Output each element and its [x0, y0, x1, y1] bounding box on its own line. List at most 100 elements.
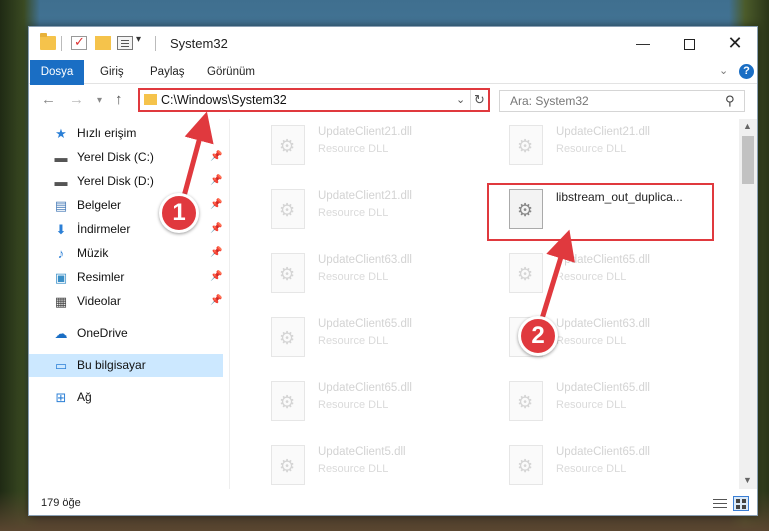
navigation-pane: ★ Hızlı erişim ▬ Yerel Disk (C:) 📌 ▬ Yer… [29, 119, 229, 489]
address-path[interactable]: C:\Windows\System32 [161, 93, 287, 107]
file-name: UpdateClient65.dll [318, 318, 412, 330]
drive-icon: ▬ [54, 174, 68, 189]
item-count: 179 öğe [41, 497, 81, 509]
help-button[interactable]: ? [739, 64, 754, 79]
pane-divider[interactable] [229, 119, 230, 489]
tab-home[interactable]: Giriş [100, 60, 124, 84]
file-name: UpdateClient63.dll [556, 318, 650, 330]
file-item[interactable]: UpdateClient65.dll Resource DLL [251, 375, 481, 427]
search-icon[interactable]: ⚲ [725, 93, 735, 109]
search-placeholder: Ara: System32 [510, 94, 589, 108]
file-name: UpdateClient65.dll [556, 382, 650, 394]
file-type: Resource DLL [556, 335, 627, 347]
maximize-button[interactable] [666, 27, 712, 59]
refresh-button[interactable]: ↻ [470, 90, 488, 110]
ribbon-tabs: Dosya Giriş Paylaş Görünüm ⌄ ? [29, 60, 757, 112]
back-button[interactable]: ← [41, 91, 56, 108]
nav-item-local-disk-c[interactable]: ▬ Yerel Disk (C:) 📌 [29, 146, 223, 169]
title-bar: ▾ System32 — ✕ [29, 27, 757, 61]
file-item[interactable]: UpdateClient65.dll Resource DLL [251, 311, 481, 363]
dll-file-icon [509, 445, 543, 485]
step-badge-2: 2 [518, 316, 558, 356]
quick-access-dropdown-icon[interactable]: ▾ [136, 34, 141, 45]
nav-item-label: Yerel Disk (D:) [77, 174, 154, 188]
network-icon: ⊞ [55, 390, 67, 405]
file-name: UpdateClient5.dll [318, 446, 406, 458]
pin-icon[interactable]: 📌 [210, 199, 222, 210]
folder-icon [40, 33, 56, 50]
nav-item-quick-access[interactable]: ★ Hızlı erişim [29, 122, 223, 145]
address-bar[interactable]: C:\Windows\System32 ⌄ ↻ [138, 88, 490, 112]
details-view-icon[interactable] [712, 497, 728, 510]
file-name: UpdateClient21.dll [318, 126, 412, 138]
nav-item-label: Yerel Disk (C:) [77, 150, 154, 164]
pin-icon[interactable]: 📌 [210, 151, 222, 162]
dll-file-icon [509, 253, 543, 293]
file-item[interactable]: UpdateClient21.dll Resource DLL [251, 183, 481, 235]
file-name: UpdateClient65.dll [556, 254, 650, 266]
explorer-window: ▾ System32 — ✕ Dosya Giriş Paylaş Görünü… [28, 26, 758, 516]
pin-icon[interactable]: 📌 [210, 175, 222, 186]
nav-item-pictures[interactable]: ▣ Resimler 📌 [29, 266, 223, 289]
properties-check-icon[interactable] [71, 34, 87, 50]
nav-item-label: Videolar [77, 294, 121, 308]
dll-file-icon [271, 381, 305, 421]
dll-file-icon [509, 125, 543, 165]
dll-file-icon [271, 125, 305, 165]
nav-item-music[interactable]: ♪ Müzik 📌 [29, 242, 223, 265]
nav-item-local-disk-d[interactable]: ▬ Yerel Disk (D:) 📌 [29, 170, 223, 193]
up-button[interactable]: ↑ [115, 91, 123, 108]
file-type: Resource DLL [318, 463, 389, 475]
pin-icon[interactable]: 📌 [210, 271, 222, 282]
large-icons-view-icon[interactable] [733, 496, 749, 511]
close-button[interactable]: ✕ [712, 27, 758, 59]
file-item[interactable]: UpdateClient21.dll Resource DLL [251, 119, 481, 171]
file-type: Resource DLL [556, 399, 627, 411]
scroll-thumb[interactable] [742, 136, 754, 184]
pin-icon[interactable]: 📌 [210, 247, 222, 258]
divider [61, 36, 62, 51]
recent-locations-icon[interactable]: ▾ [97, 95, 102, 106]
video-icon: ▦ [54, 294, 68, 309]
minimize-button[interactable]: — [620, 27, 666, 59]
search-input[interactable]: Ara: System32 ⚲ [499, 90, 745, 112]
pin-icon[interactable]: 📌 [210, 295, 222, 306]
scroll-up-icon[interactable]: ▲ [743, 121, 752, 131]
nav-item-label: Resimler [77, 270, 125, 284]
file-item[interactable]: UpdateClient63.dll Resource DLL [251, 247, 481, 299]
nav-item-videos[interactable]: ▦ Videolar 📌 [29, 290, 223, 313]
new-folder-icon[interactable] [95, 36, 111, 50]
file-item[interactable]: UpdateClient5.dll Resource DLL [251, 439, 481, 489]
nav-item-label: Hızlı erişim [77, 126, 137, 140]
file-type: Resource DLL [318, 335, 389, 347]
nav-item-this-pc[interactable]: ▭ Bu bilgisayar [29, 354, 223, 377]
download-icon: ⬇ [55, 222, 67, 237]
ribbon-expand-icon[interactable]: ⌄ [719, 64, 728, 77]
nav-item-network[interactable]: ⊞ Ağ [29, 386, 223, 409]
dll-file-icon [509, 381, 543, 421]
nav-item-label: OneDrive [77, 326, 128, 340]
file-type: Resource DLL [318, 207, 389, 219]
dll-file-icon [271, 445, 305, 485]
folder-icon [144, 94, 157, 105]
file-item[interactable]: UpdateClient65.dll Resource DLL [489, 247, 719, 299]
maximize-icon [683, 38, 695, 50]
drive-icon: ▬ [54, 150, 68, 165]
file-type: Resource DLL [556, 271, 627, 283]
nav-item-onedrive[interactable]: ☁ OneDrive [29, 322, 223, 345]
nav-item-label: Bu bilgisayar [77, 358, 146, 372]
tab-share[interactable]: Paylaş [150, 60, 185, 84]
file-item[interactable]: UpdateClient65.dll Resource DLL [489, 375, 719, 427]
address-dropdown-icon[interactable]: ⌄ [456, 93, 465, 106]
computer-icon: ▭ [54, 358, 68, 373]
tab-view[interactable]: Görünüm [207, 60, 255, 84]
pictures-icon: ▣ [54, 270, 68, 285]
file-item[interactable]: UpdateClient21.dll Resource DLL [489, 119, 719, 171]
vertical-scrollbar[interactable]: ▲ ▼ [739, 119, 757, 489]
forward-button[interactable]: → [69, 91, 84, 108]
properties-icon[interactable] [117, 36, 133, 50]
file-item[interactable]: UpdateClient65.dll Resource DLL [489, 439, 719, 489]
music-icon: ♪ [57, 246, 65, 261]
scroll-down-icon[interactable]: ▼ [743, 475, 752, 485]
pin-icon[interactable]: 📌 [210, 223, 222, 234]
